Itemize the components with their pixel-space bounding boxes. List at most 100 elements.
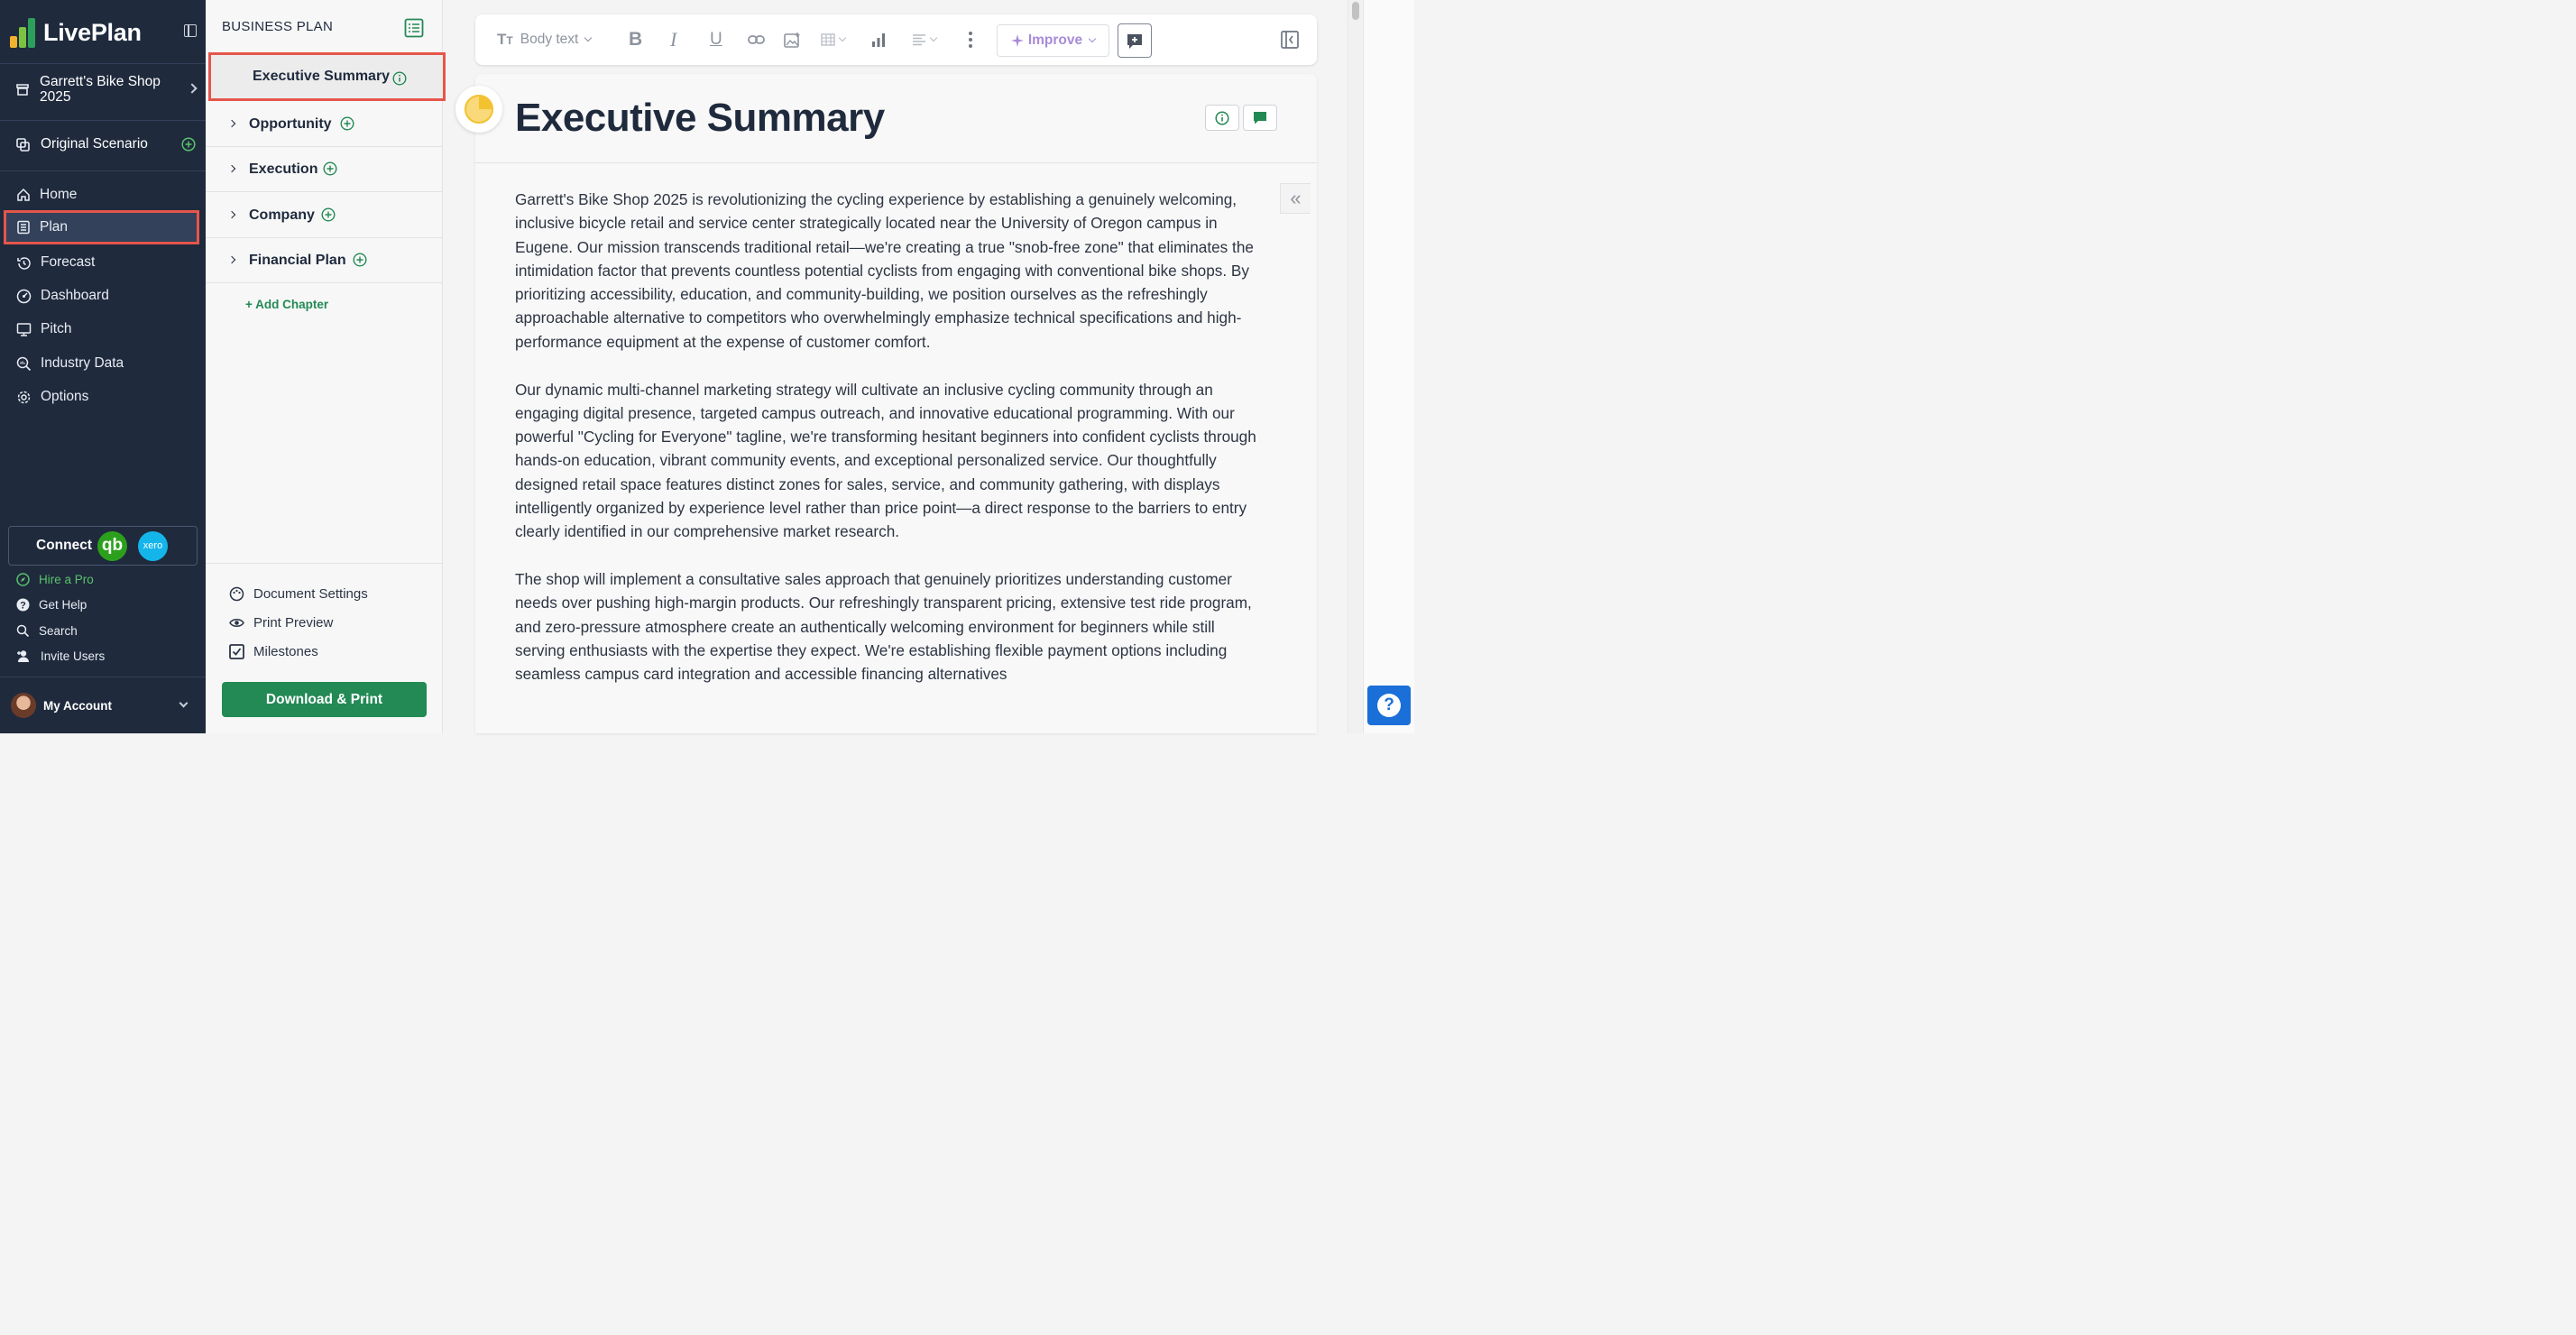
milestones-link[interactable]: Milestones <box>229 641 318 661</box>
company-name: Garrett's Bike Shop 2025 <box>40 74 161 105</box>
store-icon <box>16 84 29 96</box>
align-left-icon <box>913 34 925 46</box>
chapter-label: Financial Plan <box>249 252 346 268</box>
divider <box>206 563 443 564</box>
add-scenario-icon[interactable] <box>181 137 196 152</box>
paragraph[interactable]: The shop will implement a consultative s… <box>515 567 1260 686</box>
divider <box>0 120 206 121</box>
chapter-label: Company <box>249 207 315 223</box>
progress-status-icon[interactable] <box>455 86 502 133</box>
underline-icon[interactable]: U <box>710 14 722 65</box>
divider <box>0 63 206 64</box>
add-section-icon[interactable] <box>340 116 354 131</box>
document-body[interactable]: Garrett's Bike Shop 2025 is revolutioniz… <box>515 188 1260 710</box>
chapter-financial-plan[interactable]: Financial Plan <box>206 238 443 283</box>
chapter-label: Execution <box>249 161 318 177</box>
account-menu[interactable]: My Account <box>11 693 196 718</box>
section-info-button[interactable] <box>1205 105 1239 131</box>
palette-icon <box>229 586 244 601</box>
add-comment-button[interactable] <box>1118 23 1152 58</box>
chapter-executive-summary[interactable]: Executive Summary <box>208 52 446 101</box>
chevron-down-icon <box>179 698 189 708</box>
add-section-icon[interactable] <box>323 161 337 176</box>
nav-label: Industry Data <box>41 355 124 371</box>
download-print-button[interactable]: Download & Print <box>222 682 427 717</box>
editor-toolbar: TT Body text B I U Improve <box>475 14 1317 65</box>
nav-label: Home <box>40 187 78 202</box>
improve-label: Improve <box>1027 32 1083 48</box>
paragraph[interactable]: Garrett's Bike Shop 2025 is revolutioniz… <box>515 188 1260 354</box>
outline-list-icon[interactable] <box>404 18 424 38</box>
info-icon[interactable] <box>392 71 407 86</box>
search-icon <box>16 624 30 637</box>
text-style-dropdown[interactable]: TT Body text <box>497 14 593 65</box>
toggle-panel-icon[interactable] <box>1281 31 1299 49</box>
bold-icon[interactable]: B <box>629 14 642 65</box>
document-header: Executive Summary <box>475 74 1317 163</box>
scrollbar-thumb[interactable] <box>1352 2 1359 20</box>
chapter-execution[interactable]: Execution <box>206 147 443 192</box>
add-chapter-link[interactable]: + Add Chapter <box>245 298 328 311</box>
chapter-company[interactable]: Company <box>206 193 443 238</box>
footer-label: Print Preview <box>253 614 334 631</box>
search-link[interactable]: Search <box>16 621 197 640</box>
help-icon: ? <box>16 598 30 611</box>
italic-icon[interactable]: I <box>670 14 676 65</box>
add-section-icon[interactable] <box>321 207 336 222</box>
print-preview-link[interactable]: Print Preview <box>229 612 333 632</box>
quickbooks-icon[interactable]: qb <box>97 531 127 561</box>
add-section-icon[interactable] <box>353 253 367 267</box>
xero-icon[interactable]: xero <box>138 531 168 561</box>
chevron-right-icon[interactable] <box>227 210 236 219</box>
app-name: LivePlan <box>43 18 142 46</box>
collapse-sidebar-icon[interactable] <box>184 24 197 37</box>
hire-a-pro-link[interactable]: Hire a Pro <box>16 570 197 588</box>
footer-label: Milestones <box>253 643 318 659</box>
improve-button[interactable]: Improve <box>997 24 1109 57</box>
chevron-down-icon <box>584 33 593 42</box>
paragraph[interactable]: Our dynamic multi-channel marketing stra… <box>515 378 1260 544</box>
nav-item-options[interactable]: Options <box>16 384 197 410</box>
nav-item-pitch[interactable]: Pitch <box>16 317 197 342</box>
chevron-right-icon[interactable] <box>227 255 236 264</box>
nav-item-industry-data[interactable]: Industry Data <box>16 351 197 376</box>
nav-item-home[interactable]: Home <box>16 182 197 207</box>
scenario-switcher[interactable]: Original Scenario <box>16 134 201 155</box>
connect-label: Connect <box>36 538 92 553</box>
help-button[interactable]: ? <box>1367 686 1411 725</box>
scrollbar[interactable] <box>1348 0 1362 733</box>
chapter-opportunity[interactable]: Opportunity <box>206 102 443 147</box>
nav-item-dashboard[interactable]: Dashboard <box>16 283 197 308</box>
get-help-link[interactable]: ? Get Help <box>16 595 197 613</box>
pitch-icon <box>16 322 32 336</box>
company-switcher[interactable]: Garrett's Bike Shop 2025 <box>16 74 201 108</box>
chevron-right-icon[interactable] <box>227 164 236 173</box>
industry-data-icon <box>16 356 32 371</box>
connect-integrations[interactable]: Connect qb xero <box>8 526 198 566</box>
insert-chart-icon[interactable] <box>870 14 887 65</box>
checkbox-icon[interactable] <box>229 643 244 659</box>
nav-item-forecast[interactable]: Forecast <box>16 250 197 275</box>
add-comment-icon <box>1127 33 1142 49</box>
invite-users-link[interactable]: Invite Users <box>16 647 197 665</box>
chevron-right-icon <box>187 83 198 94</box>
insert-table-icon[interactable] <box>821 14 847 65</box>
info-icon <box>1215 110 1229 125</box>
add-user-icon <box>17 649 29 662</box>
link-icon[interactable] <box>748 14 766 65</box>
align-dropdown[interactable] <box>912 14 938 65</box>
util-label: Invite Users <box>41 649 106 663</box>
more-options-icon[interactable] <box>968 14 973 65</box>
chevron-right-icon[interactable] <box>227 119 236 128</box>
compass-icon <box>16 572 30 586</box>
expand-side-panel-icon[interactable]: « <box>1280 183 1311 214</box>
nav-label: Dashboard <box>41 288 109 303</box>
insert-image-icon[interactable] <box>784 14 801 65</box>
document-settings-link[interactable]: Document Settings <box>229 584 368 603</box>
text-style-icon: TT <box>497 31 513 48</box>
footer-label: Document Settings <box>253 585 368 602</box>
chapter-label: Opportunity <box>249 115 332 132</box>
section-notes-button[interactable] <box>1243 105 1277 131</box>
chevron-down-icon <box>838 33 847 42</box>
nav-item-plan[interactable]: Plan <box>4 210 199 244</box>
